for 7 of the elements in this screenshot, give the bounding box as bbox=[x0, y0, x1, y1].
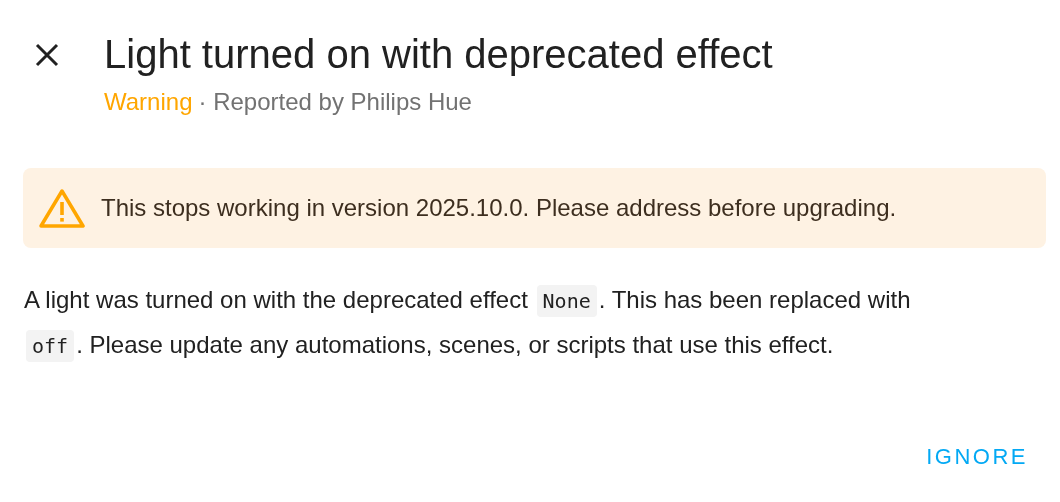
severity-label: Warning bbox=[104, 88, 193, 116]
dialog-title: Light turned on with deprecated effect bbox=[104, 31, 773, 78]
ignore-button[interactable]: IGNORE bbox=[918, 438, 1036, 476]
alert-message: This stops working in version 2025.10.0. Please address before upgrading. bbox=[101, 194, 897, 222]
warning-icon bbox=[39, 188, 85, 228]
reporter-text: · Reported by Philips Hue bbox=[198, 88, 472, 116]
description-paragraph: A light was turned on with the deprecated effect None . This has been replaced with off . Please update any automations, scenes, or scripts that use this effect. bbox=[24, 278, 924, 368]
